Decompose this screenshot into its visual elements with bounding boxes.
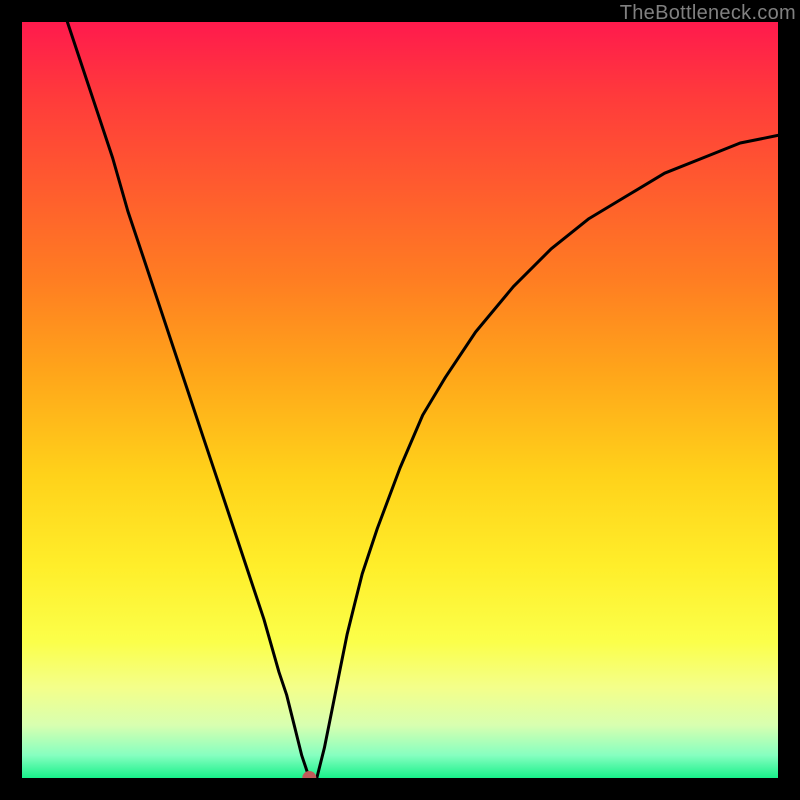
marker-dot (302, 771, 316, 778)
chart-frame (22, 22, 778, 778)
watermark-text: TheBottleneck.com (620, 2, 796, 25)
bottleneck-curve (67, 22, 778, 778)
chart-svg (22, 22, 778, 778)
curve-group (67, 22, 778, 778)
